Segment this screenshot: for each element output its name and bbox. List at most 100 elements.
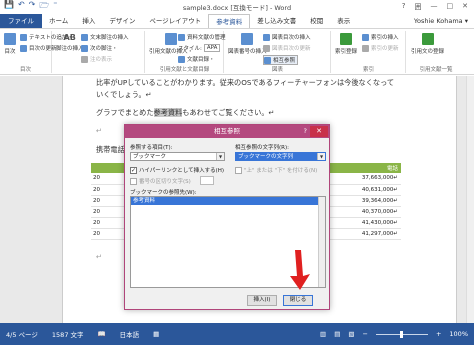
tab-references[interactable]: 参考資料 bbox=[208, 14, 251, 28]
status-right: ▥ ▤ ▧ − + 100% bbox=[320, 323, 468, 345]
insert-table-of-figures-button[interactable]: 図表目次の挿入 bbox=[263, 33, 311, 41]
tab-view[interactable]: 表示 bbox=[330, 14, 357, 28]
help-icon[interactable]: ? bbox=[402, 2, 406, 12]
tab-design[interactable]: デザイン bbox=[102, 14, 142, 28]
tab-page-layout[interactable]: ページレイアウト bbox=[142, 14, 208, 28]
group-label-index: 索引 bbox=[362, 67, 374, 73]
above-below-checkbox[interactable]: "上" または "下" を付ける(N) bbox=[235, 166, 317, 174]
tab-home[interactable]: ホーム bbox=[42, 14, 75, 28]
insert-endnote-button[interactable]: 文末脚注の挿入 bbox=[81, 33, 129, 41]
mark-entry-icon bbox=[340, 33, 352, 45]
group-label-captions: 図表 bbox=[271, 67, 283, 73]
reference-type-label: 参照する項目(T): bbox=[130, 145, 173, 151]
doc-line-3-prefix: グラフでまとめた bbox=[96, 108, 154, 117]
listbox-scrollbar[interactable] bbox=[318, 197, 325, 287]
window-controls: ? 囲 — □ ✕ bbox=[402, 2, 468, 12]
insert-button[interactable]: 挿入(I) bbox=[247, 295, 277, 306]
close-button[interactable]: 閉じる bbox=[283, 295, 313, 306]
update-toc-icon bbox=[20, 44, 27, 52]
tab-insert[interactable]: 挿入 bbox=[75, 14, 102, 28]
print-layout-icon[interactable]: ▤ bbox=[334, 330, 340, 338]
dialog-help-icon[interactable]: ? bbox=[304, 125, 307, 138]
table-caption: 携帯電話 bbox=[96, 145, 125, 154]
tab-mailings[interactable]: 差し込み文書 bbox=[250, 14, 303, 28]
close-icon[interactable]: ✕ bbox=[462, 2, 468, 12]
next-footnote-button[interactable]: 次の脚注・ bbox=[81, 44, 118, 52]
proofing-icon[interactable]: 📖 bbox=[98, 330, 106, 338]
vertical-scrollbar[interactable] bbox=[466, 76, 474, 323]
group-authorities: 引用文の登録 引用文献一覧 bbox=[407, 31, 465, 73]
tab-review[interactable]: 校閲 bbox=[303, 14, 330, 28]
hyperlink-checkbox[interactable]: ✓ ハイパーリンクとして挿入する(H) bbox=[130, 166, 224, 174]
zoom-slider[interactable] bbox=[375, 330, 428, 338]
zoom-level[interactable]: 100% bbox=[449, 330, 468, 338]
ribbon-tabs: ファイル ホーム 挿入 デザイン ページレイアウト 参考資料 差し込み文書 校閲… bbox=[0, 14, 474, 28]
manage-sources-icon bbox=[178, 33, 185, 41]
add-text-icon bbox=[20, 33, 27, 41]
insert-citation-icon bbox=[165, 33, 177, 45]
update-table-icon bbox=[263, 44, 270, 52]
zoom-thumb[interactable] bbox=[399, 330, 403, 338]
dialog-close-icon[interactable]: ✕ bbox=[310, 126, 328, 137]
web-layout-icon[interactable]: ▧ bbox=[348, 330, 354, 338]
style-label: スタイル: bbox=[178, 46, 202, 52]
separator-input[interactable] bbox=[200, 176, 214, 185]
minimize-icon[interactable]: — bbox=[431, 2, 438, 12]
manage-sources-button[interactable]: 資料文献の管理 bbox=[178, 33, 226, 41]
footnote-ab-icon: AB bbox=[63, 33, 76, 42]
maximize-icon[interactable]: □ bbox=[447, 2, 454, 12]
title-bar: 💾 ↶ ↷ 🗁 ⁼ sample3.docx [互換モード] - Word ? … bbox=[0, 0, 474, 14]
insert-caption-button[interactable]: 図表番号の挿入 bbox=[228, 33, 267, 55]
insert-reference-to-select[interactable]: ブックマークの文字列 ▼ bbox=[235, 152, 326, 161]
cross-reference-button[interactable]: 相互参照 bbox=[263, 55, 299, 65]
doc-line-3-highlight: 参考資料 bbox=[153, 108, 183, 117]
group-label-authorities: 引用文献一覧 bbox=[419, 67, 453, 73]
macro-icon[interactable]: ▦ bbox=[153, 330, 159, 338]
show-notes-button[interactable]: 注の表示 bbox=[81, 55, 112, 63]
style-value: APA bbox=[203, 44, 221, 52]
red-arrow-icon bbox=[290, 250, 310, 290]
page-count[interactable]: 4/5 ページ bbox=[6, 329, 38, 339]
toc-button[interactable]: 目次 bbox=[4, 33, 16, 55]
show-notes-label: 注の表示 bbox=[90, 57, 113, 63]
update-index-icon bbox=[362, 44, 369, 52]
checkbox-icon bbox=[235, 166, 242, 174]
reference-type-select[interactable]: ブックマーク ▼ bbox=[130, 152, 225, 161]
zoom-out-icon[interactable]: − bbox=[363, 330, 368, 338]
language[interactable]: 日本語 bbox=[120, 329, 140, 339]
next-footnote-icon bbox=[81, 44, 88, 52]
insert-index-button[interactable]: 索引の挿入 bbox=[362, 33, 399, 41]
group-footnotes: AB 脚注の挿入 文末脚注の挿入 次の脚注・ 注の表示 bbox=[53, 31, 145, 73]
user-account[interactable]: Yoshie Kohama ▾ bbox=[414, 14, 468, 28]
above-below-label: "上" または "下" を付ける(N) bbox=[244, 168, 318, 174]
zoom-in-icon[interactable]: + bbox=[436, 330, 441, 338]
style-dropdown[interactable]: スタイル: APA bbox=[178, 44, 221, 52]
read-mode-icon[interactable]: ▥ bbox=[320, 330, 326, 338]
update-table-button[interactable]: 図表目次の更新 bbox=[263, 44, 311, 52]
insert-footnote-button[interactable]: AB 脚注の挿入 bbox=[56, 33, 84, 52]
group-label-citations: 引用文献と文献目録 bbox=[159, 67, 210, 73]
table-of-figures-icon bbox=[263, 33, 270, 41]
checkbox-checked-icon: ✓ bbox=[130, 166, 137, 174]
insert-caption-icon bbox=[241, 33, 254, 45]
separator-checkbox[interactable]: 番号の区切り文字(S) bbox=[130, 177, 191, 185]
update-index-button[interactable]: 索引の更新 bbox=[362, 44, 399, 52]
hyperlink-label: ハイパーリンクとして挿入する(H) bbox=[139, 168, 225, 174]
mark-entry-button[interactable]: 索引登録 bbox=[335, 33, 357, 55]
group-index: 索引登録 索引の挿入 索引の更新 索引 bbox=[332, 31, 406, 73]
group-label-toc: 目次 bbox=[19, 67, 31, 73]
checkbox-icon bbox=[130, 177, 137, 185]
update-toc-button[interactable]: 目次の更新 bbox=[20, 44, 57, 52]
tab-file[interactable]: ファイル bbox=[0, 14, 42, 28]
list-item[interactable]: 参考資料 bbox=[131, 197, 325, 205]
ribbon-display-icon[interactable]: 囲 bbox=[415, 2, 422, 12]
next-footnote-label: 次の脚注・ bbox=[90, 46, 118, 52]
mark-citation-label: 引用文の登録 bbox=[411, 49, 445, 55]
bibliography-button[interactable]: 文献目録・ bbox=[178, 55, 215, 63]
table-of-figures-label: 図表目次の挿入 bbox=[272, 35, 311, 41]
update-table-label: 図表目次の更新 bbox=[272, 46, 311, 52]
mark-citation-button[interactable]: 引用文の登録 bbox=[411, 33, 444, 55]
word-count[interactable]: 1587 文字 bbox=[52, 329, 84, 339]
doc-line-3-suffix: もあわせてご覧ください。↵ bbox=[182, 108, 275, 117]
dialog-title: 相互参照 bbox=[125, 125, 329, 138]
